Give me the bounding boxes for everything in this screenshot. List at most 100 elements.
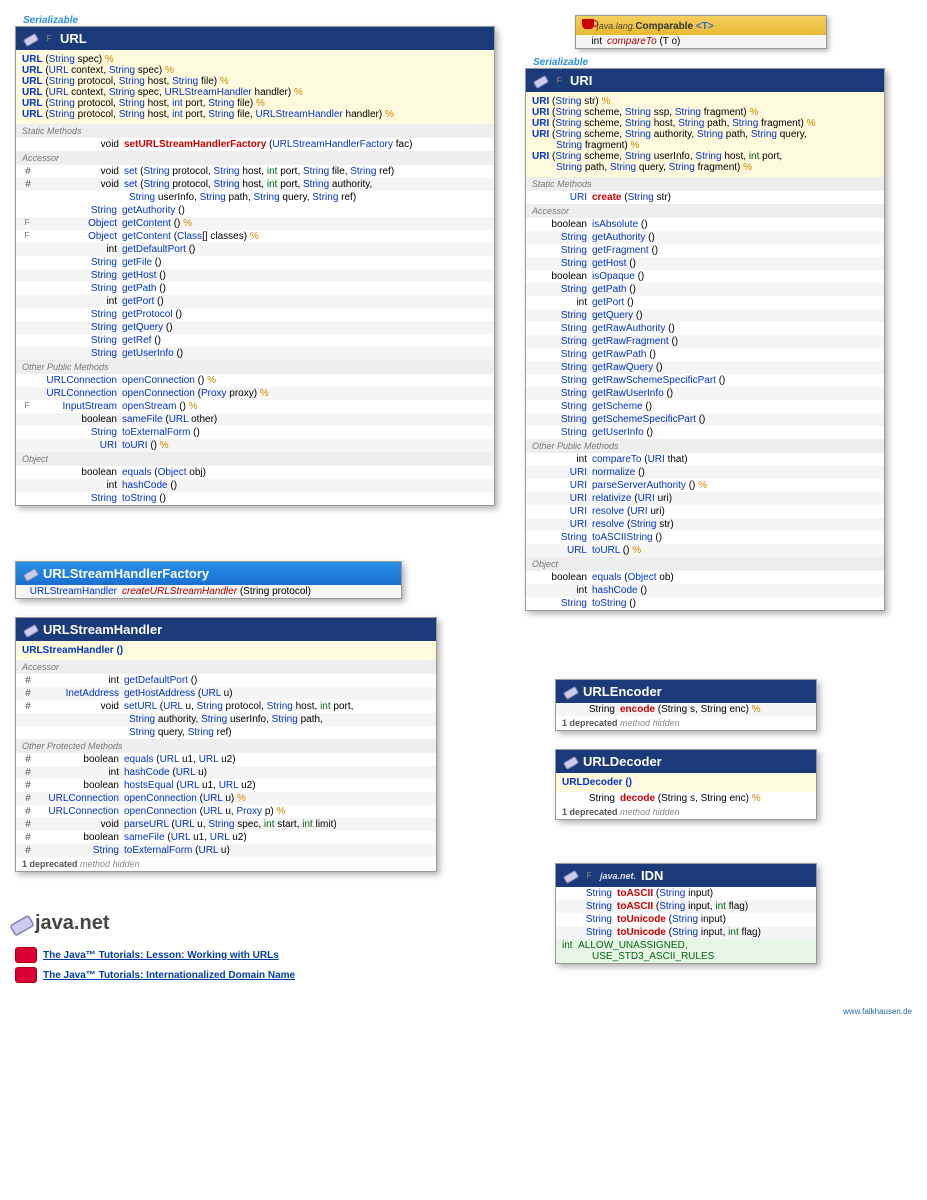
method-row: FObjectgetContent (Class[] classes) % (16, 230, 494, 243)
method-row: voidsetURLStreamHandlerFactory (URLStrea… (16, 138, 494, 151)
constructor-row: URI (String scheme, String userInfo, Str… (532, 151, 878, 162)
method-row: StringgetUserInfo () (16, 347, 494, 360)
object-label: Object (16, 452, 494, 466)
handler-title: URLStreamHandler (43, 622, 162, 637)
method-row: StringgetRawQuery () (526, 361, 884, 374)
method-row: #voidset (String protocol, String host, … (16, 178, 494, 191)
package-title: java.net (15, 912, 495, 935)
method-row: StringgetSchemeSpecificPart () (526, 413, 884, 426)
handler-header: URLStreamHandler (16, 618, 436, 641)
constructor-row: URL (String protocol, String host, Strin… (22, 76, 488, 87)
method-row: booleanisOpaque () (526, 270, 884, 283)
method-row: StringtoASCII (String input, int flag) (556, 900, 816, 913)
method-row: StringgetRawSchemeSpecificPart () (526, 374, 884, 387)
other-methods-label: Other Public Methods (16, 360, 494, 374)
other-methods-label: Other Public Methods (526, 439, 884, 453)
method-row: FInputStreamopenStream () % (16, 400, 494, 413)
idn-header: F java.net.IDN (556, 864, 816, 887)
method-row: #booleansameFile (URL u1, URL u2) (16, 831, 436, 844)
handler-card: URLStreamHandler URLStreamHandler () Acc… (15, 617, 437, 872)
factory-title: URLStreamHandlerFactory (43, 566, 209, 581)
method-row: String decode (String s, String enc) % (556, 792, 816, 805)
factory-header: URLStreamHandlerFactory (16, 562, 401, 585)
method-row: #URLConnectionopenConnection (URL u) % (16, 792, 436, 805)
method-row: booleanequals (Object obj) (16, 466, 494, 479)
cup-icon (582, 19, 594, 29)
bottle-icon (11, 912, 33, 934)
bottle-icon (564, 869, 578, 883)
method-row: #voidset (String protocol, String host, … (16, 165, 494, 178)
method-row: URIparseServerAuthority () % (526, 479, 884, 492)
method-row: #booleanhostsEqual (URL u1, URL u2) (16, 779, 436, 792)
idn-title: IDN (641, 868, 663, 883)
method-row: StringtoUnicode (String input) (556, 913, 816, 926)
constructor-row: URI (String scheme, String ssp, String f… (532, 107, 878, 118)
method-row: URLConnectionopenConnection () % (16, 374, 494, 387)
bottle-icon (24, 32, 38, 46)
deprecated-note: 1 deprecated method hidden (556, 716, 816, 730)
constructor-row: URL (String protocol, String host, int p… (22, 98, 488, 109)
bottle-icon (24, 567, 38, 581)
final-marker: F (553, 76, 565, 85)
constructor-row: URI (String scheme, String host, String … (532, 118, 878, 129)
other-protected-label: Other Protected Methods (16, 739, 436, 753)
method-row: StringgetUserInfo () (526, 426, 884, 439)
method-row: StringgetRawFragment () (526, 335, 884, 348)
method-row: StringtoString () (16, 492, 494, 505)
method-row: URIcreate (String str) (526, 191, 884, 204)
constructor-row: URL (URL context, String spec) % (22, 65, 488, 76)
method-row: StringgetRawPath () (526, 348, 884, 361)
method-row: StringgetRef () (16, 334, 494, 347)
serializable-label: Serializable (525, 57, 885, 68)
method-row: FObjectgetContent () % (16, 217, 494, 230)
method-row: URLConnectionopenConnection (Proxy proxy… (16, 387, 494, 400)
method-row: StringgetPath () (16, 282, 494, 295)
static-methods-label: Static Methods (526, 177, 884, 191)
method-row: StringgetPath () (526, 283, 884, 296)
attribution[interactable]: www.falkhausen.de (15, 1007, 912, 1016)
encoder-card: URLEncoder String encode (String s, Stri… (555, 679, 817, 731)
decoder-ctor: URLDecoder () (556, 773, 816, 792)
encoder-title: URLEncoder (583, 684, 662, 699)
uri-title: URI (570, 73, 592, 88)
method-row: StringgetHost () (16, 269, 494, 282)
encoder-header: URLEncoder (556, 680, 816, 703)
method-row: booleanisAbsolute () (526, 218, 884, 231)
method-row: #intgetDefaultPort () (16, 674, 436, 687)
method-row: StringgetScheme () (526, 400, 884, 413)
constructor-row: URL (URL context, String spec, URLStream… (22, 87, 488, 98)
deprecated-note: 1 deprecated method hidden (556, 805, 816, 819)
uri-card: F URI URI (String str) %URI (String sche… (525, 68, 885, 611)
bottle-icon (24, 623, 38, 637)
url-header: F URL (16, 27, 494, 50)
constructor-row: String fragment) % (532, 140, 878, 151)
accessor-label: Accessor (16, 660, 436, 674)
accessor-label: Accessor (526, 204, 884, 218)
method-row: #URLConnectionopenConnection (URL u, Pro… (16, 805, 436, 818)
method-row: intgetPort () (16, 295, 494, 308)
method-row: StringtoASCII (String input) (556, 887, 816, 900)
method-row: URLtoURL () % (526, 544, 884, 557)
method-row: inthashCode () (526, 584, 884, 597)
final-marker: F (43, 34, 55, 43)
method-row: URLStreamHandler createURLStreamHandler … (16, 585, 401, 598)
method-row: #inthashCode (URL u) (16, 766, 436, 779)
object-label: Object (526, 557, 884, 571)
tutorial-link-1[interactable]: The Java™ Tutorials: Lesson: Working wit… (15, 947, 495, 963)
url-title: URL (60, 31, 87, 46)
method-row: StringgetRawUserInfo () (526, 387, 884, 400)
method-row: StringgetRawAuthority () (526, 322, 884, 335)
method-row: #InetAddressgetHostAddress (URL u) (16, 687, 436, 700)
method-row: StringgetAuthority () (526, 231, 884, 244)
method-row: StringgetHost () (526, 257, 884, 270)
method-row: String encode (String s, String enc) % (556, 703, 816, 716)
method-row: StringgetFragment () (526, 244, 884, 257)
accessor-label: Accessor (16, 151, 494, 165)
constructor-row: URI (String scheme, String authority, St… (532, 129, 878, 140)
comparable-header: java.lang.Comparable <T> (576, 16, 826, 35)
decoder-header: URLDecoder (556, 750, 816, 773)
bottle-icon (534, 74, 548, 88)
method-row: StringtoString () (526, 597, 884, 610)
tutorial-link-2[interactable]: The Java™ Tutorials: Internationalized D… (15, 967, 495, 983)
method-row: StringtoASCIIString () (526, 531, 884, 544)
